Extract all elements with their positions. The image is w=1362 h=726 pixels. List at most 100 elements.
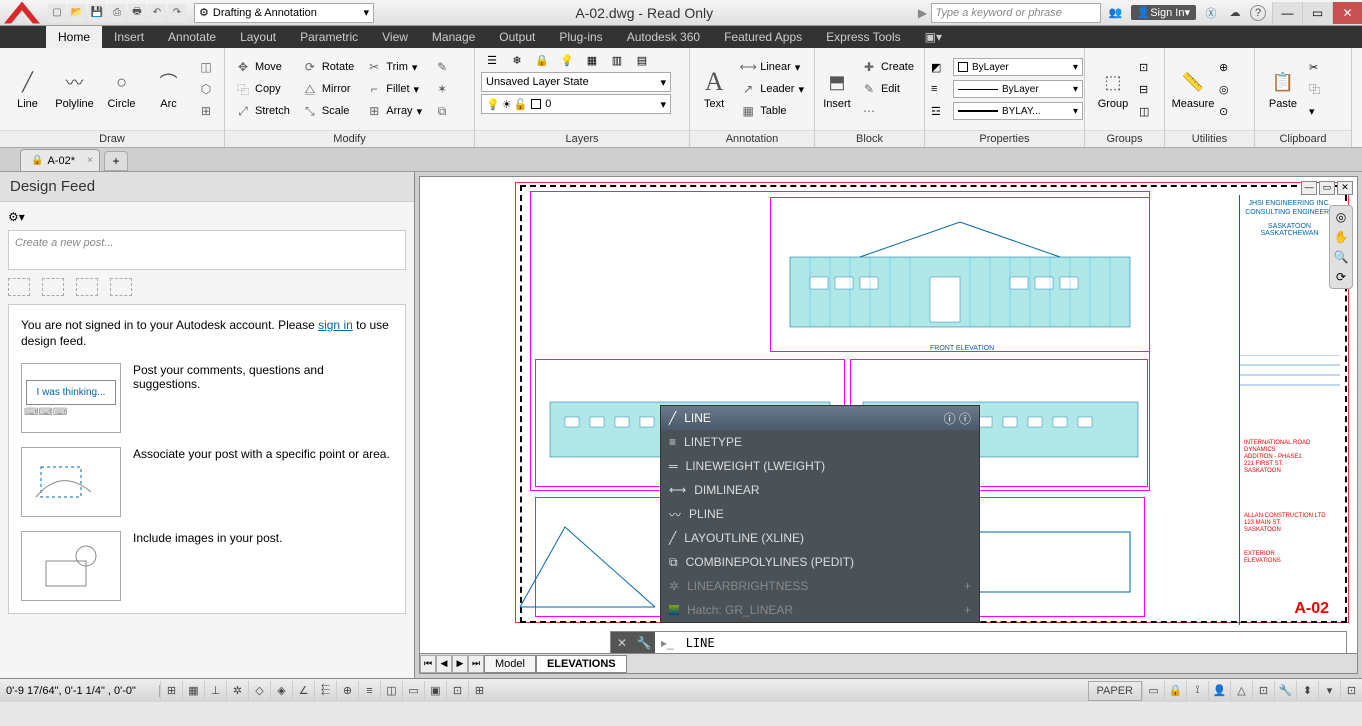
sb-snap[interactable]: ⊞	[160, 681, 182, 701]
copy-button[interactable]: ⿻Copy	[231, 79, 294, 99]
sb-lwt[interactable]: ≡	[358, 681, 380, 701]
sb-r10[interactable]: ⊡	[1340, 681, 1362, 701]
circle-button[interactable]: ○Circle	[100, 56, 143, 122]
arc-button[interactable]: ⌒Arc	[147, 56, 190, 122]
nav-zoom-icon[interactable]: 🔍	[1334, 250, 1349, 264]
infocenter-icon[interactable]: 👥	[1107, 4, 1125, 22]
trim-button[interactable]: ✂Trim ▾	[362, 57, 426, 77]
fillet-button[interactable]: ⌐Fillet ▾	[362, 79, 426, 99]
help-icon[interactable]: ?	[1250, 5, 1266, 21]
workspace-selector[interactable]: ⚙Drafting & Annotation▾	[194, 3, 374, 23]
suggest-xline[interactable]: ╱LAYOUTLINE (XLINE)	[661, 526, 979, 550]
feed-comment-icon[interactable]	[8, 278, 30, 296]
layout-nav-first[interactable]: ⏮	[420, 655, 436, 673]
close-tab-icon[interactable]: ×	[87, 155, 93, 166]
tab-annotate[interactable]: Annotate	[156, 26, 228, 48]
sb-3dosnap[interactable]: ◈	[270, 681, 292, 701]
qat-save-icon[interactable]: 💾	[88, 4, 106, 22]
sb-r6[interactable]: ⊡	[1252, 681, 1274, 701]
layout-model[interactable]: Model	[484, 655, 536, 673]
tab-featured-apps[interactable]: Featured Apps	[712, 26, 814, 48]
tab-output[interactable]: Output	[487, 26, 547, 48]
erase-button[interactable]: ✎	[430, 57, 454, 77]
layer-current-dropdown[interactable]: 💡☀🔓0▾	[481, 94, 671, 114]
layout-nav-last[interactable]: ⏭	[468, 655, 484, 673]
search-go-icon[interactable]: ▶	[915, 6, 931, 20]
block-edit-button[interactable]: ✎Edit	[857, 79, 918, 99]
prop-list-button[interactable]: ≡	[931, 79, 949, 99]
stretch-button[interactable]: ⤢Stretch	[231, 101, 294, 121]
suggest-line[interactable]: ╱LINEⓘ ⓘ	[661, 406, 979, 430]
signin-button[interactable]: 👤 Sign In ▾	[1131, 5, 1196, 20]
cloud-icon[interactable]: ☁	[1226, 4, 1244, 22]
group-edit[interactable]: ⊡	[1139, 57, 1157, 77]
app-logo[interactable]	[4, 2, 40, 24]
cmd-tools-icon[interactable]: 🔧	[633, 632, 655, 654]
file-tab[interactable]: 🔒A-02*×	[20, 149, 100, 171]
sb-r4[interactable]: 👤	[1208, 681, 1230, 701]
insert-button[interactable]: ⬒Insert	[821, 56, 853, 122]
prop-match-button[interactable]: ◩	[931, 57, 949, 77]
group-select[interactable]: ◫	[1139, 101, 1157, 121]
block-create-button[interactable]: ✚Create	[857, 57, 918, 77]
layer-more3[interactable]: ▤	[631, 50, 653, 70]
minimize-button[interactable]: —	[1272, 2, 1302, 24]
util-3[interactable]: ⊙	[1219, 101, 1237, 121]
move-button[interactable]: ✥Move	[231, 57, 294, 77]
qat-undo-icon[interactable]: ↶	[148, 4, 166, 22]
layer-freeze-button[interactable]: ❄	[506, 50, 528, 70]
layer-state-dropdown[interactable]: Unsaved Layer State▾	[481, 72, 671, 92]
sb-r2[interactable]: 🔒	[1164, 681, 1186, 701]
sb-polar[interactable]: ✲	[226, 681, 248, 701]
feed-signin-link[interactable]: sign in	[318, 318, 353, 332]
cut-button[interactable]: ✂	[1309, 57, 1327, 77]
scale-button[interactable]: ⤡Scale	[298, 101, 358, 121]
exchange-icon[interactable]: Ⓧ	[1202, 4, 1220, 22]
sb-otrack[interactable]: ∠	[292, 681, 314, 701]
tab-view[interactable]: View	[370, 26, 420, 48]
sb-grid[interactable]: ▦	[182, 681, 204, 701]
table-button[interactable]: ▦Table	[736, 101, 808, 121]
measure-button[interactable]: 📏Measure	[1171, 56, 1215, 122]
sb-osnap[interactable]: ◇	[248, 681, 270, 701]
offset-button[interactable]: ⧉	[430, 101, 454, 121]
layer-more1[interactable]: ▦	[581, 50, 603, 70]
sb-sc[interactable]: ▣	[424, 681, 446, 701]
command-input[interactable]	[680, 636, 1346, 650]
line-button[interactable]: ╱Line	[6, 56, 49, 122]
rotate-button[interactable]: ⟳Rotate	[298, 57, 358, 77]
tab-plugins[interactable]: Plug-ins	[547, 26, 614, 48]
layer-off-button[interactable]: 💡	[556, 50, 578, 70]
qat-redo-icon[interactable]: ↷	[168, 4, 186, 22]
sb-am[interactable]: ⊡	[446, 681, 468, 701]
layer-props-button[interactable]: ☰	[481, 50, 503, 70]
doc-min-icon[interactable]: —	[1301, 181, 1317, 195]
sb-extra[interactable]: ⊞	[468, 681, 490, 701]
draw-extra1[interactable]: ◫	[194, 57, 218, 77]
qat-saveas-icon[interactable]: ⎙	[108, 4, 126, 22]
sb-r8[interactable]: ⬍	[1296, 681, 1318, 701]
sb-r7[interactable]: 🔧	[1274, 681, 1296, 701]
tab-home[interactable]: Home	[46, 26, 102, 48]
doc-max-icon[interactable]: ▭	[1319, 181, 1335, 195]
nav-pan-icon[interactable]: ✋	[1334, 230, 1349, 244]
layer-more2[interactable]: ▥	[606, 50, 628, 70]
new-tab-button[interactable]: +	[104, 151, 128, 171]
util-2[interactable]: ◎	[1219, 79, 1237, 99]
leader-button[interactable]: ↗Leader ▾	[736, 79, 808, 99]
suggest-lineweight[interactable]: ═LINEWEIGHT (LWEIGHT)	[661, 454, 979, 478]
feed-image-icon[interactable]	[110, 278, 132, 296]
sb-dyn[interactable]: ⊕	[336, 681, 358, 701]
space-toggle[interactable]: PAPER	[1088, 681, 1142, 701]
doc-close-icon[interactable]: ✕	[1337, 181, 1353, 195]
qat-new-icon[interactable]: ▢	[48, 4, 66, 22]
suggest-pline[interactable]: 〰PLINE	[661, 502, 979, 526]
sb-r9[interactable]: ▾	[1318, 681, 1340, 701]
paste-button[interactable]: 📋Paste	[1261, 56, 1305, 122]
feed-settings-icon[interactable]: ⚙▾	[8, 210, 406, 224]
tab-layout[interactable]: Layout	[228, 26, 288, 48]
draw-extra2[interactable]: ⬡	[194, 79, 218, 99]
prop-more-button[interactable]: ☲	[931, 101, 949, 121]
tab-manage[interactable]: Manage	[420, 26, 487, 48]
suggest-dimlinear[interactable]: ⟷DIMLINEAR	[661, 478, 979, 502]
